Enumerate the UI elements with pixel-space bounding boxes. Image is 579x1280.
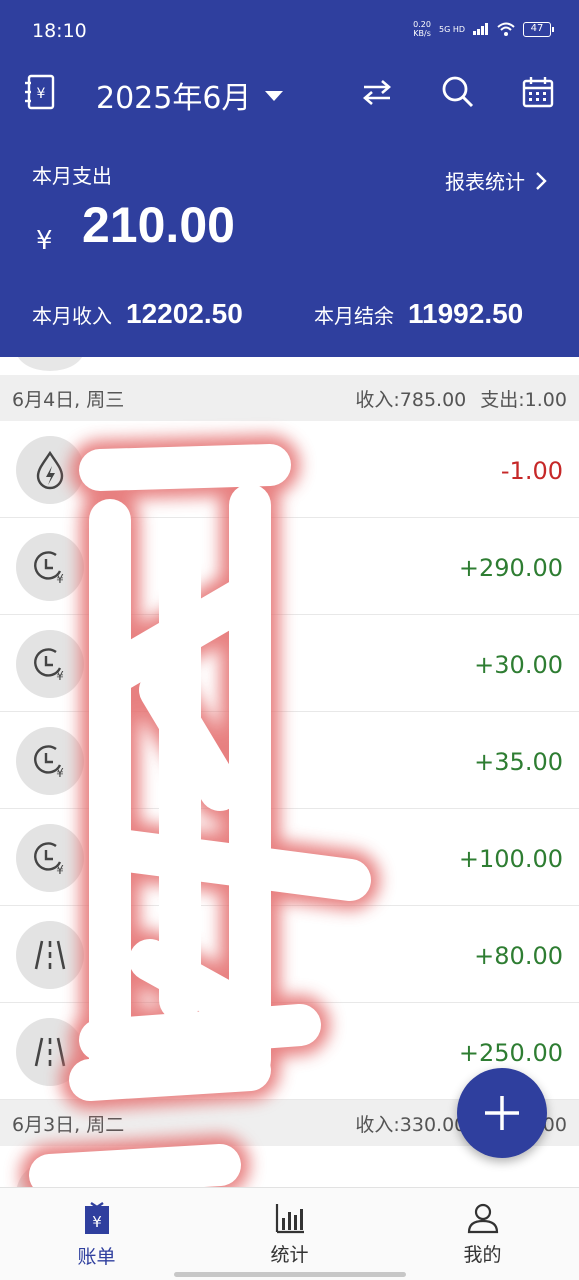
nav-mine-label: 我的 [463,1244,502,1266]
svg-text:¥: ¥ [56,669,64,683]
svg-text:¥: ¥ [56,863,64,877]
balance-amount: 11992.50 [408,298,524,329]
day-date: 6月4日, 周三 [12,388,125,411]
person-icon [467,1203,498,1234]
entry-amount: +80.00 [474,942,563,970]
status-time: 18:10 [32,20,87,42]
expense-amount: 210.00 [82,197,235,253]
month-label: 2025年6月 [96,81,252,116]
caret-down-icon [265,91,284,101]
list-item[interactable]: ¥ +35.00 [0,712,579,809]
clock-yen-icon: ¥ [16,824,84,892]
bottom-nav: ¥ 账单 统计 我的 [0,1187,579,1280]
entry-amount: +100.00 [458,845,563,873]
entry-icon [16,1161,84,1187]
nav-bill-label: 账单 [77,1246,116,1268]
status-bar: 18:10 0.20 KB/s 5G HD 47 [0,0,579,60]
svg-text:¥: ¥ [56,766,64,780]
currency-symbol: ¥ [36,226,53,256]
income-label: 本月收入 [32,304,112,328]
entry-amount: +290.00 [458,554,563,582]
day-date: 6月3日, 周二 [12,1113,125,1136]
clock-yen-icon: ¥ [16,533,84,601]
income-summary: 本月收入 12202.50 [32,298,243,330]
list-item[interactable]: ¥ +290.00 [0,518,579,615]
ledger-book-icon[interactable]: ¥ [20,72,60,112]
balance-summary: 本月结余 11992.50 [314,298,523,330]
road-icon [16,921,84,989]
transaction-list[interactable]: 6月4日, 周三 收入:785.00 支出:1.00 -1.00 ¥ +290.… [0,357,579,1187]
network-speed: 0.20 KB/s [413,20,431,38]
battery-icon: 47 [523,21,554,37]
search-icon[interactable] [438,72,478,112]
swap-icon[interactable] [357,72,397,112]
entry-amount: +35.00 [474,748,563,776]
road-icon [16,1018,84,1086]
add-entry-button[interactable] [457,1068,547,1158]
clock-yen-icon: ¥ [16,727,84,795]
balance-label: 本月结余 [314,304,394,328]
entry-amount: -1.00 [500,457,563,485]
list-item[interactable]: +80.00 [0,906,579,1003]
list-item[interactable]: ¥ +100.00 [0,809,579,906]
bar-chart-icon [275,1204,304,1234]
day-income: 收入:330.00 [355,1113,467,1136]
day-expense: 支出:1.00 [480,388,567,411]
income-amount: 12202.50 [126,298,243,329]
report-stats-link[interactable]: 报表统计 [445,166,547,195]
svg-text:¥: ¥ [56,572,64,586]
nav-bill[interactable]: ¥ 账单 [0,1188,193,1280]
previous-row-peek [0,357,579,375]
svg-text:¥: ¥ [37,86,46,102]
expense-label: 本月支出 [32,164,112,188]
day-header: 6月4日, 周三 收入:785.00 支出:1.00 [0,375,579,421]
report-stats-label: 报表统计 [445,170,525,194]
day-income: 收入:785.00 [355,388,467,411]
network-type: 5G HD [438,24,465,34]
bill-icon: ¥ [84,1202,109,1234]
svg-text:¥: ¥ [92,1213,102,1231]
app-header: ¥ 2025年6月 本月支出 报表统计 ¥ 210.00 本月收入 12202.… [0,60,579,357]
home-indicator [174,1272,406,1277]
list-item[interactable]: ¥ +30.00 [0,615,579,712]
nav-mine[interactable]: 我的 [386,1188,579,1280]
nav-stats-label: 统计 [270,1244,309,1266]
wifi-icon [497,22,515,36]
entry-amount: +30.00 [474,651,563,679]
nav-stats[interactable]: 统计 [193,1188,386,1280]
status-indicators: 0.20 KB/s 5G HD 47 [413,20,554,38]
list-item[interactable]: -1.00 [0,421,579,518]
utility-icon [16,436,84,504]
calendar-icon[interactable] [518,72,558,112]
month-selector[interactable]: 2025年6月 [96,73,284,117]
clock-yen-icon: ¥ [16,630,84,698]
plus-icon [485,1096,519,1130]
entry-amount: +250.00 [458,1039,563,1067]
chevron-right-icon [536,171,547,190]
signal-icon [473,23,488,35]
